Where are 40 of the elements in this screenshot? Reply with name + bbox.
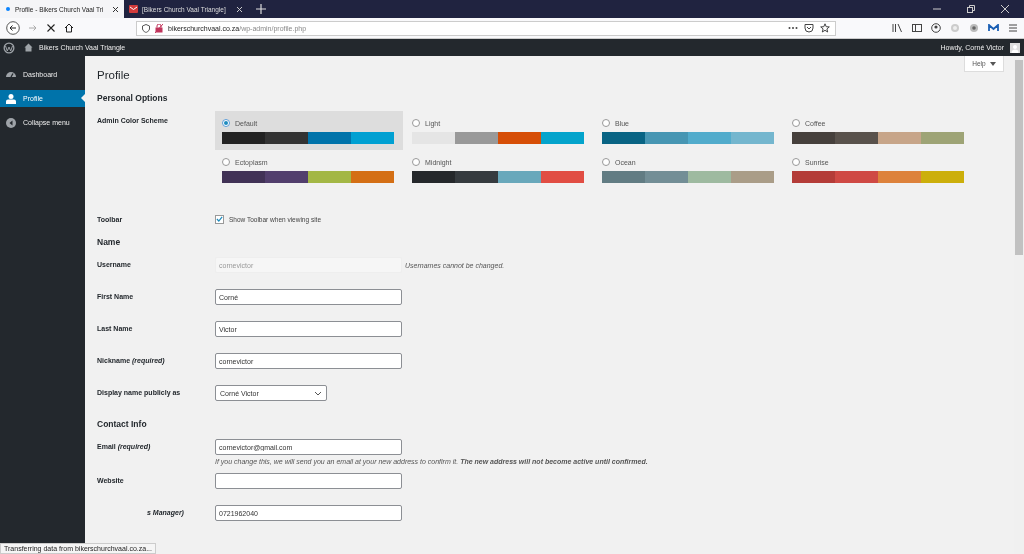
new-tab-icon[interactable] bbox=[256, 4, 266, 14]
chevron-icon bbox=[314, 390, 322, 396]
mail-icon bbox=[129, 5, 138, 13]
radio-button[interactable] bbox=[602, 158, 610, 166]
library-icon[interactable] bbox=[892, 23, 903, 33]
radio-button[interactable] bbox=[222, 119, 230, 127]
restore-icon[interactable] bbox=[966, 4, 976, 14]
shield-icon bbox=[142, 23, 150, 33]
home-icon[interactable] bbox=[64, 23, 74, 33]
avatar-icon bbox=[1010, 42, 1020, 53]
stop-icon[interactable] bbox=[46, 23, 56, 33]
close-icon[interactable] bbox=[112, 5, 119, 13]
page-title: Profile bbox=[97, 68, 131, 83]
checkbox[interactable] bbox=[215, 214, 224, 224]
menu-icon[interactable] bbox=[1008, 23, 1018, 33]
section-heading: Contact Info bbox=[97, 418, 148, 431]
radio-button[interactable] bbox=[602, 119, 610, 127]
wordpress-logo-icon[interactable] bbox=[3, 41, 15, 54]
lock-icon bbox=[155, 23, 163, 33]
home-icon[interactable] bbox=[24, 43, 33, 52]
person-icon bbox=[5, 92, 17, 105]
caret-icon bbox=[989, 61, 996, 66]
back-icon[interactable] bbox=[6, 21, 20, 35]
section-heading: Name bbox=[97, 236, 122, 249]
radio-button[interactable] bbox=[792, 158, 800, 166]
radio-button[interactable] bbox=[412, 158, 420, 166]
radio-button[interactable] bbox=[412, 119, 420, 127]
more-icon[interactable] bbox=[788, 26, 798, 30]
radio-button[interactable] bbox=[222, 158, 230, 166]
radio-button[interactable] bbox=[792, 119, 800, 127]
star-icon[interactable] bbox=[820, 23, 830, 33]
section-heading: Personal Options bbox=[97, 92, 169, 105]
loading-icon bbox=[5, 6, 11, 12]
sidebar-icon[interactable] bbox=[912, 23, 922, 33]
collapse-icon bbox=[5, 116, 17, 129]
text-field[interactable] bbox=[215, 473, 402, 489]
account-icon[interactable] bbox=[931, 23, 941, 33]
checkmark-icon bbox=[216, 215, 223, 223]
pocket-icon[interactable] bbox=[804, 23, 814, 33]
extension-icon[interactable] bbox=[988, 24, 999, 32]
